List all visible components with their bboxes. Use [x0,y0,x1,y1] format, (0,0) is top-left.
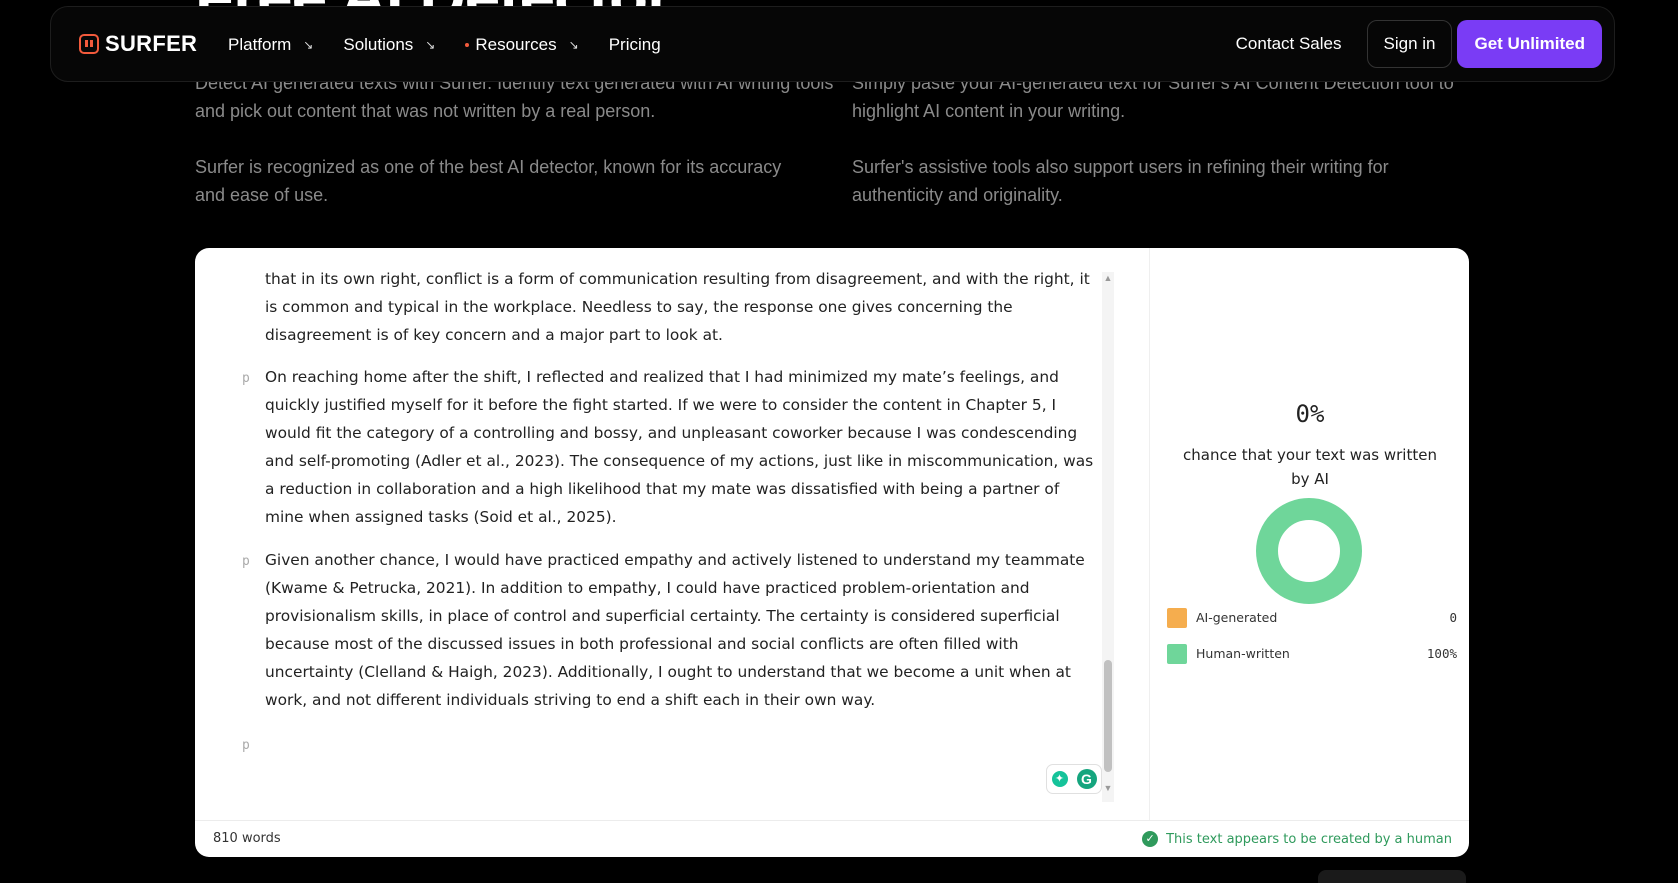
top-navbar: SURFER Platform ↘ Solutions ↘ Resources … [50,6,1615,82]
legend-row-ai: AI-generated 0 [1167,608,1457,628]
floating-button[interactable] [1318,870,1466,883]
word-count: 810 words [213,831,281,846]
card-footer: 810 words ✓ This text appears to be crea… [195,820,1469,857]
human-swatch [1167,644,1187,664]
nav-item-resources[interactable]: Resources ↘ [465,35,579,55]
arrow-down-right-icon: ↘ [303,38,314,52]
ai-percentage: 0% [1295,400,1325,428]
grammarly-widget[interactable]: ✦ G [1046,764,1102,794]
arrow-down-right-icon: ↘ [568,38,579,52]
get-unlimited-button[interactable]: Get Unlimited [1457,20,1602,68]
nav-actions: Contact Sales Sign in Get Unlimited [1216,20,1602,68]
legend-value: 0 [1449,610,1457,625]
surfer-logo[interactable]: SURFER [79,31,197,57]
legend-label: Human-written [1196,646,1290,661]
paragraph-marker: p [242,554,250,569]
nav-item-solutions[interactable]: Solutions ↘ [343,35,435,55]
text-editor[interactable]: that in its own right, conflict is a for… [195,248,1149,820]
surfer-logo-icon [79,34,99,54]
contact-sales-link[interactable]: Contact Sales [1216,20,1362,68]
sign-in-button[interactable]: Sign in [1366,20,1453,68]
grammarly-icon[interactable]: G [1076,769,1097,789]
paragraph-marker: p [242,371,250,386]
nav-item-label: Pricing [608,35,661,54]
scrollbar-thumb[interactable] [1104,660,1112,772]
nav-links: Platform ↘ Solutions ↘ Resources ↘ Prici… [228,7,691,83]
lightbulb-icon[interactable]: ✦ [1051,771,1068,787]
nav-item-label: Resources [475,35,557,54]
legend-value: 100% [1426,646,1457,661]
intro-text-left-2: Surfer is recognized as one of the best … [195,157,782,205]
notification-dot-icon [465,43,470,47]
nav-item-label: Solutions [343,35,414,54]
editor-paragraph[interactable]: Given another chance, I would have pract… [265,546,1095,714]
intro-text-right-2: Surfer's assistive tools also support us… [852,157,1389,205]
editor-paragraph[interactable]: On reaching home after the shift, I refl… [265,363,1095,531]
scroll-up-icon[interactable]: ▲ [1102,272,1114,284]
editor-paragraph[interactable]: that in its own right, conflict is a for… [265,265,1095,349]
result-panel: 0% chance that your text was written by … [1149,248,1469,820]
arrow-down-right-icon: ↘ [425,38,436,52]
legend-row-human: Human-written 100% [1167,644,1457,664]
ai-chance-caption: chance that your text was written by AI [1183,446,1437,488]
donut-human-segment [1256,498,1362,604]
status-badge: ✓ This text appears to be created by a h… [1142,831,1452,847]
ai-detector-card: that in its own right, conflict is a for… [195,248,1469,857]
nav-item-platform[interactable]: Platform ↘ [228,35,313,55]
nav-item-label: Platform [228,35,292,54]
ai-swatch [1167,608,1187,628]
scroll-down-icon[interactable]: ▼ [1102,782,1114,794]
donut-chart [1256,498,1362,604]
status-text: This text appears to be created by a hum… [1166,831,1452,847]
paragraph-marker: p [242,738,250,753]
check-circle-icon: ✓ [1142,831,1159,847]
nav-item-pricing[interactable]: Pricing [609,35,661,55]
legend-label: AI-generated [1196,610,1278,625]
logo-text: SURFER [105,31,198,56]
